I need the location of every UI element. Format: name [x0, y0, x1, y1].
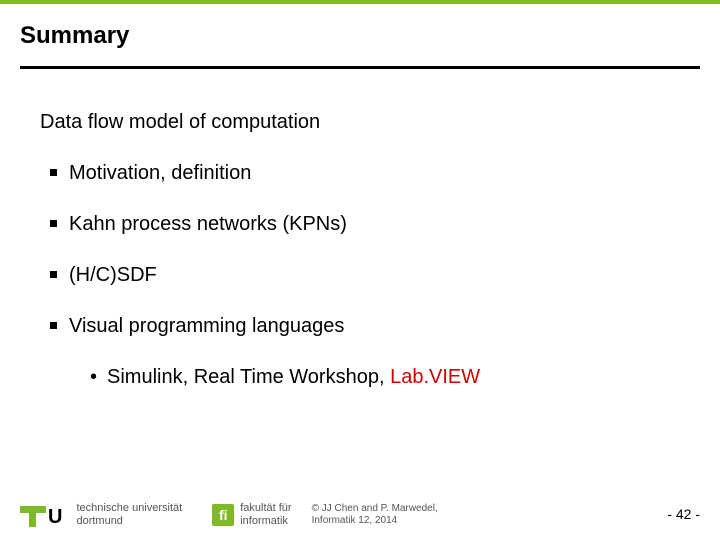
content: Data flow model of computation Motivatio… — [0, 69, 720, 391]
footer: U technische universität dortmund fi fak… — [0, 502, 720, 528]
square-bullet-icon — [50, 271, 57, 278]
bullet-text: Visual programming languages — [69, 313, 344, 340]
sub-red: Lab.VIEW — [390, 366, 480, 388]
bullet-text: Motivation, definition — [69, 160, 251, 187]
faculty-name: fakultät für informatik — [240, 502, 291, 528]
tu-u-letter: U — [48, 507, 62, 527]
sub-bullet-item: • Simulink, Real Time Workshop, Lab.VIEW — [90, 364, 680, 391]
uni-line2: dortmund — [76, 515, 182, 528]
bullet-item: Motivation, definition — [50, 160, 680, 187]
square-bullet-icon — [50, 322, 57, 329]
fi-logo-icon: fi — [212, 504, 234, 526]
title-block: Summary — [0, 4, 720, 60]
square-bullet-icon — [50, 220, 57, 227]
page-number: - 42 - — [667, 506, 700, 522]
uni-line1: technische universität — [76, 502, 182, 515]
copy-line2: Informatik 12, 2014 — [312, 515, 438, 527]
fi-line2: informatik — [240, 515, 291, 528]
slide: Summary Data flow model of computation M… — [0, 0, 720, 540]
bullet-item: (H/C)SDF — [50, 262, 680, 289]
tu-t-icon — [20, 503, 46, 527]
tu-logo: U — [20, 503, 62, 527]
university-name: technische universität dortmund — [76, 502, 182, 528]
intro-text: Data flow model of computation — [40, 109, 680, 136]
bullet-text: (H/C)SDF — [69, 262, 157, 289]
footer-left: U technische universität dortmund — [20, 502, 182, 528]
bullet-item: Kahn process networks (KPNs) — [50, 211, 680, 238]
sub-bullet-text: Simulink, Real Time Workshop, Lab.VIEW — [107, 364, 480, 391]
sub-pre: Simulink, Real Time Workshop, — [107, 366, 390, 388]
fi-logo-block: fi fakultät für informatik — [212, 502, 291, 528]
fi-line1: fakultät für — [240, 502, 291, 515]
copyright: © JJ Chen and P. Marwedel, Informatik 12… — [312, 503, 438, 527]
bullet-item: Visual programming languages — [50, 313, 680, 340]
dot-bullet-icon: • — [90, 364, 97, 391]
copy-line1: © JJ Chen and P. Marwedel, — [312, 503, 438, 515]
square-bullet-icon — [50, 169, 57, 176]
slide-title: Summary — [20, 22, 700, 50]
bullet-text: Kahn process networks (KPNs) — [69, 211, 347, 238]
